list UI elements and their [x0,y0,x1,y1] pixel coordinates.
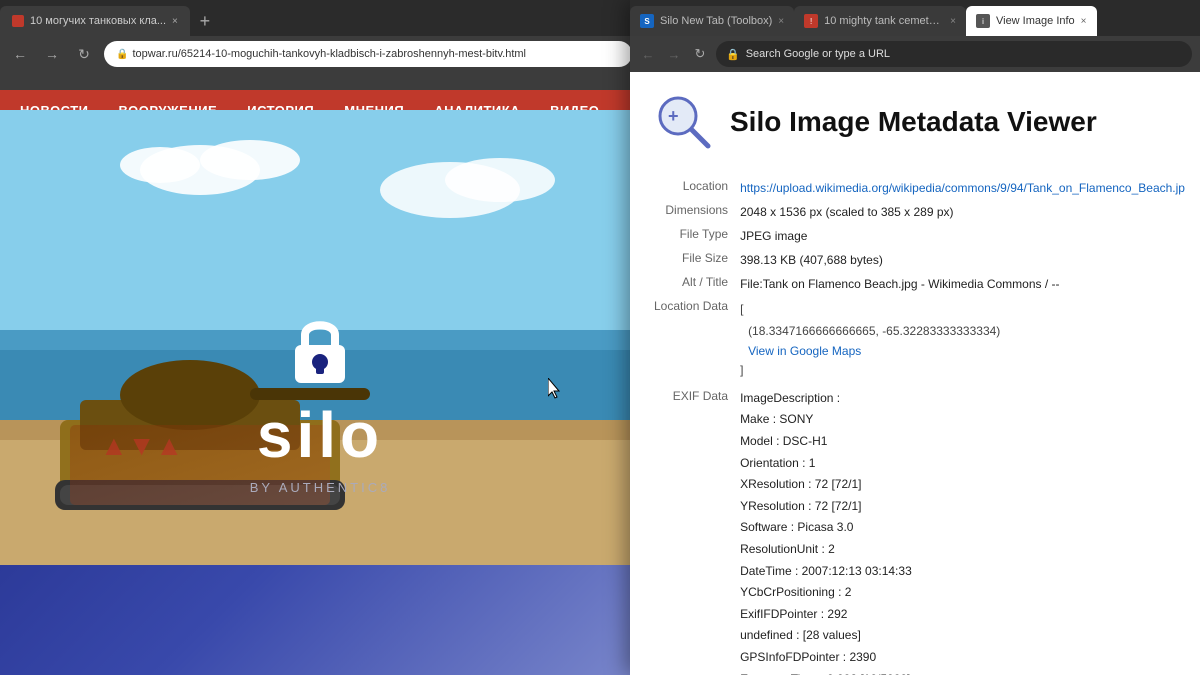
viewer-header: + Silo Image Metadata Viewer [654,92,1176,152]
tab-tank-label: 10 mighty tank cemeterie... [824,15,944,27]
bg-secure-icon: 🔒 [116,49,128,60]
silo-logo: silo BY AUTHENTIC8 [250,310,391,495]
exif-line: GPSInfoFDPointer : 2390 [740,647,1185,669]
row-locationdata: Location Data [ (18.3347166666666665, -6… [654,296,1185,385]
viewer-title: Silo Image Metadata Viewer [730,106,1097,138]
background-tab[interactable]: 10 могучих танковых кла... × [0,6,190,36]
row-dimensions: Dimensions 2048 x 1536 px (scaled to 385… [654,200,1185,224]
bg-tab-close-icon[interactable]: × [172,16,178,27]
viewer-browser-chrome: S Silo New Tab (Toolbox) × ! 10 mighty t… [630,0,1200,72]
exif-line: ExifIFDPointer : 292 [740,604,1185,626]
silo-background: ▲▼▲ silo BY AUTHENTIC8 [0,110,640,675]
exif-line: ExposureTime : 0.002 [10/5000] [740,669,1185,675]
exif-line: Software : Picasa 3.0 [740,517,1185,539]
tab-viewinfo-label: View Image Info [996,15,1075,27]
row-alttitle: Alt / Title File:Tank on Flamenco Beach.… [654,272,1185,296]
silo-lock-icon [285,310,355,390]
exif-block: ImageDescription :Make : SONYModel : DSC… [740,388,1185,675]
silo-tab-favicon: S [640,14,654,28]
exif-line: Make : SONY [740,409,1185,431]
row-filetype: File Type JPEG image [654,224,1185,248]
viewer-back-btn[interactable]: ← [638,47,658,62]
bg-refresh-btn[interactable]: ↻ [72,46,96,63]
filetype-label: File Type [654,224,740,248]
row-exifdata: EXIF Data ImageDescription :Make : SONYM… [654,385,1185,675]
silo-by-text: BY AUTHENTIC8 [250,480,391,495]
locationdata-close: ] [740,360,1185,382]
filesize-value: 398.13 KB (407,688 bytes) [740,248,1185,272]
viewer-secure-icon: 🔒 [726,48,740,61]
info-tab-close[interactable]: × [1081,16,1087,27]
bg-url-text: topwar.ru/65214-10-moguchih-tankovyh-kla… [132,48,526,60]
tab-silo-newtab[interactable]: S Silo New Tab (Toolbox) × [630,6,794,36]
exif-line: ResolutionUnit : 2 [740,539,1185,561]
exif-line: ImageDescription : [740,388,1185,410]
dimensions-value: 2048 x 1536 px (scaled to 385 x 289 px) [740,200,1185,224]
silo-tab-close[interactable]: × [778,16,784,27]
silo-logo-text: silo [257,398,383,472]
filetype-value: JPEG image [740,224,1185,248]
tab-tank-cemetery[interactable]: ! 10 mighty tank cemeterie... × [794,6,966,36]
tab-silo-label: Silo New Tab (Toolbox) [660,15,772,27]
viewer-tabs-bar: S Silo New Tab (Toolbox) × ! 10 mighty t… [630,0,1200,36]
filesize-label: File Size [654,248,740,272]
alttitle-label: Alt / Title [654,272,740,296]
location-value: https://upload.wikimedia.org/wikipedia/c… [740,176,1185,200]
dimensions-label: Dimensions [654,200,740,224]
location-link[interactable]: https://upload.wikimedia.org/wikipedia/c… [740,181,1185,195]
bg-back-btn[interactable]: ← [8,46,32,62]
view-in-google-maps-link[interactable]: View in Google Maps [748,344,861,358]
viewer-address-bar: ← → ↻ 🔒 Search Google or type a URL [630,36,1200,72]
viewer-url-input[interactable]: 🔒 Search Google or type a URL [716,41,1192,67]
locationdata-label: Location Data [654,296,740,385]
viewer-refresh-btn[interactable]: ↻ [690,46,710,62]
viewer-main-content[interactable]: + Silo Image Metadata Viewer Location ht… [630,72,1200,675]
row-location: Location https://upload.wikimedia.org/wi… [654,176,1185,200]
viewer-magnifier-icon: + [654,92,714,152]
row-filesize: File Size 398.13 KB (407,688 bytes) [654,248,1185,272]
exif-line: Model : DSC-H1 [740,431,1185,453]
locationdata-value: [ (18.3347166666666665, -65.322833333333… [740,296,1185,385]
exif-line: YCbCrPositioning : 2 [740,582,1185,604]
exifdata-value: ImageDescription :Make : SONYModel : DSC… [740,385,1185,675]
alttitle-value: File:Tank on Flamenco Beach.jpg - Wikime… [740,272,1185,296]
metadata-table: Location https://upload.wikimedia.org/wi… [654,176,1185,675]
war-tab-favicon: ! [804,14,818,28]
locationdata-open: [ [740,299,1185,321]
locationdata-coords: (18.3347166666666665, -65.32283333333334… [740,321,1185,343]
exif-line: DateTime : 2007:12:13 03:14:33 [740,561,1185,583]
viewer-forward-btn[interactable]: → [664,47,684,62]
viewer-panel: S Silo New Tab (Toolbox) × ! 10 mighty t… [630,0,1200,675]
location-label: Location [654,176,740,200]
viewer-url-text: Search Google or type a URL [746,48,890,60]
bg-forward-btn[interactable]: → [40,46,64,62]
svg-text:+: + [668,106,679,126]
exif-line: XResolution : 72 [72/1] [740,474,1185,496]
bg-tab-label: 10 могучих танковых кла... [30,15,166,27]
locationdata-maplink-container: View in Google Maps [740,342,1185,360]
exif-line: YResolution : 72 [72/1] [740,496,1185,518]
tank-tab-close[interactable]: × [950,16,956,27]
info-tab-favicon: i [976,14,990,28]
exif-line: undefined : [28 values] [740,625,1185,647]
exifdata-label: EXIF Data [654,385,740,675]
tab-view-image-info[interactable]: i View Image Info × [966,6,1097,36]
exif-line: Orientation : 1 [740,453,1185,475]
new-tab-button[interactable]: + [190,6,220,36]
